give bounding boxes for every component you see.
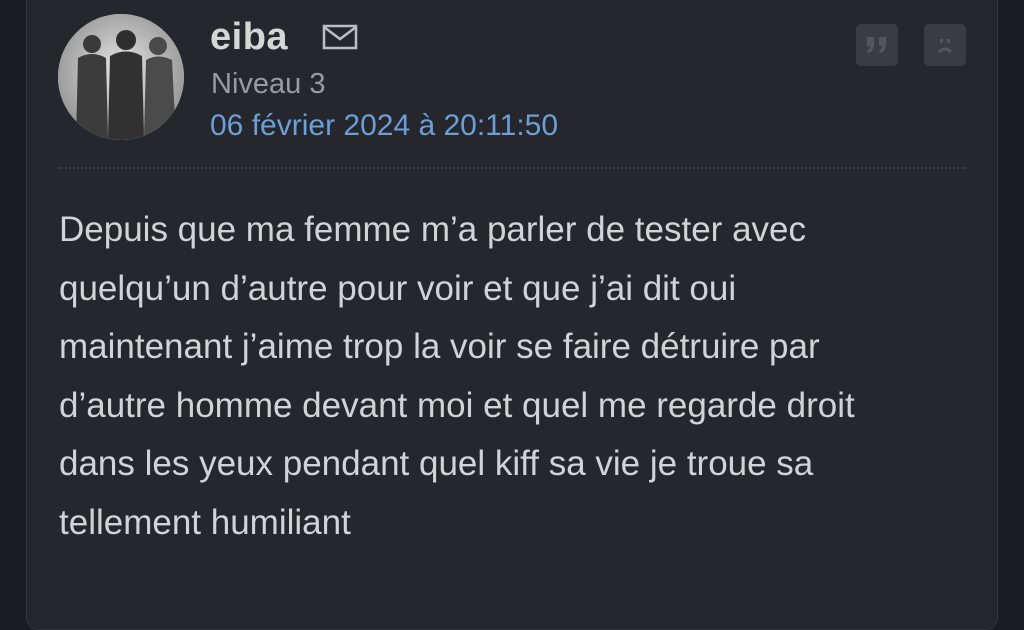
message-line: maintenant j’aime trop la voir se faire … (59, 327, 820, 366)
message-line: quelqu’un d’autre pour voir et que j’ai … (59, 268, 737, 308)
report-button[interactable] (924, 24, 966, 66)
message-line: tellement humiliant (59, 502, 351, 542)
sad-face-icon (937, 39, 953, 54)
avatar[interactable] (58, 14, 184, 140)
user-level: Niveau 3 (211, 68, 326, 100)
post-date-link[interactable]: 06 février 2024 à 20:11:50 (210, 107, 558, 145)
avatar-image (58, 14, 184, 140)
message-line: d’autre homme devant moi et quel me rega… (59, 385, 855, 425)
message-body: Depuis que ma femme m’a parler de tester… (59, 201, 959, 552)
envelope-icon[interactable] (322, 24, 360, 52)
author-name[interactable]: eiba (210, 14, 288, 60)
message-line: dans les yeux pendant quel kiff sa vie j… (59, 444, 814, 483)
header-divider (58, 167, 966, 169)
quote-icon (867, 37, 886, 53)
quote-button[interactable] (856, 24, 898, 66)
message-line: Depuis que ma femme m’a parler de tester… (59, 210, 806, 249)
